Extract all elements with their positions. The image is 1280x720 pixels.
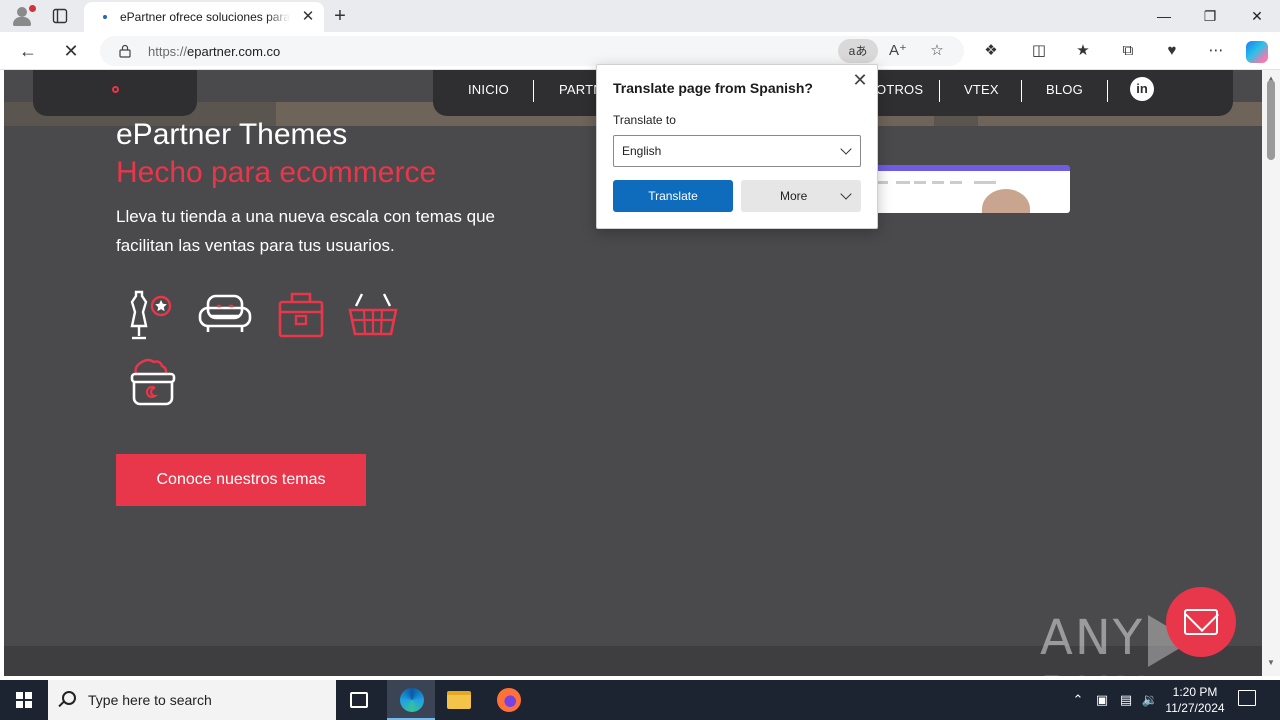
furniture-icon[interactable] (196, 286, 254, 344)
address-bar[interactable]: https://epartner.com.co aあ A⁺ ☆ (100, 36, 964, 66)
more-button[interactable]: More (741, 180, 861, 212)
bag-icon[interactable] (272, 286, 330, 344)
profile-icon[interactable] (8, 4, 36, 28)
translate-icon[interactable]: aあ (838, 39, 878, 63)
lock-icon[interactable] (119, 44, 131, 58)
network-icon[interactable]: ▤ (1116, 690, 1136, 710)
loading-favicon-icon (103, 15, 107, 19)
translate-to-label: Translate to (613, 113, 676, 127)
edge-icon (400, 688, 424, 712)
translate-button[interactable]: Translate (613, 180, 733, 212)
favorites-icon[interactable]: ★ (1071, 40, 1095, 62)
watermark-left: ANY (1040, 610, 1145, 666)
folder-icon (447, 691, 471, 709)
start-button[interactable] (0, 680, 48, 720)
cosmetics-icon[interactable] (124, 354, 182, 412)
show-hidden-icons-icon[interactable]: ⌃ (1068, 690, 1088, 710)
tab-bar: ePartner ofrece soluciones para la venta… (0, 0, 1280, 32)
minimize-button[interactable]: — (1141, 4, 1187, 28)
taskbar-file-explorer[interactable] (435, 680, 483, 720)
translate-popup-title: Translate page from Spanish? (613, 80, 813, 96)
theme-preview-image (874, 165, 1070, 213)
contact-mail-button[interactable] (1166, 587, 1236, 657)
site-logo[interactable] (33, 70, 197, 116)
taskbar-edge[interactable] (387, 680, 435, 720)
page-scrollbar[interactable]: ▲ ▼ (1262, 70, 1280, 676)
linkedin-icon[interactable]: in (1130, 77, 1154, 101)
nav-separator (939, 80, 940, 102)
search-icon (62, 691, 76, 705)
nav-item-inicio[interactable]: INICIO (468, 82, 509, 97)
nav-separator (1021, 80, 1022, 102)
clock-date: 11/27/2024 (1165, 701, 1225, 715)
more-button-label: More (780, 189, 808, 203)
hero-subtitle: Hecho para ecommerce (116, 156, 437, 189)
basket-icon[interactable] (344, 286, 402, 344)
scroll-down-icon[interactable]: ▼ (1266, 658, 1276, 667)
stop-loading-button[interactable]: ✕ (57, 38, 85, 64)
notifications-icon[interactable] (1238, 690, 1256, 706)
close-window-button[interactable]: ✕ (1234, 4, 1280, 28)
close-icon[interactable]: ✕ (851, 71, 869, 89)
language-select[interactable]: English (613, 135, 861, 167)
taskbar-search[interactable]: Type here to search (48, 680, 336, 720)
url-host: epartner.com.co (187, 44, 281, 59)
mail-icon (1184, 609, 1218, 635)
taskbar: Type here to search ⌃ ▣ ▤ 🔉 1:20 PM 11/2… (0, 680, 1280, 720)
taskbar-clock[interactable]: 1:20 PM 11/27/2024 (1160, 684, 1230, 716)
extensions-icon[interactable]: ❖ (979, 40, 1003, 62)
volume-icon[interactable]: 🔉 (1140, 690, 1160, 710)
hero-lead: Lleva tu tienda a una nueva escala con t… (116, 207, 495, 255)
selected-language: English (622, 144, 662, 158)
browser-essentials-icon[interactable]: ♥ (1160, 40, 1184, 62)
favorite-star-icon[interactable]: ☆ (926, 41, 948, 61)
nav-separator (533, 80, 534, 102)
url-text[interactable]: https://epartner.com.co (148, 44, 280, 59)
clock-time: 1:20 PM (1172, 685, 1218, 699)
chevron-down-icon (840, 143, 852, 155)
firefox-icon (497, 688, 521, 712)
themes-cta-button[interactable]: Conoce nuestros temas (116, 454, 366, 506)
nav-item-otros[interactable]: OTROS (876, 82, 923, 97)
scroll-thumb[interactable] (1267, 80, 1275, 160)
taskbar-firefox[interactable] (484, 680, 532, 720)
translate-popup: Translate page from Spanish? ✕ Translate… (596, 64, 878, 229)
search-placeholder: Type here to search (88, 692, 212, 708)
nav-item-vtex[interactable]: VTEX (964, 82, 999, 97)
task-view-icon[interactable] (350, 692, 368, 708)
restore-button[interactable]: ❐ (1187, 4, 1233, 28)
chevron-down-icon (840, 188, 852, 200)
tab-epartner[interactable]: ePartner ofrece soluciones para la venta… (84, 2, 324, 32)
back-button[interactable]: ← (14, 38, 42, 64)
read-aloud-icon[interactable]: A⁺ (887, 41, 909, 61)
fashion-icon[interactable] (120, 286, 178, 344)
windows-icon (16, 692, 32, 708)
url-protocol: https:// (148, 44, 188, 59)
split-screen-icon[interactable]: ◫ (1027, 40, 1051, 62)
hero-title: ePartner Themes (116, 118, 348, 151)
copilot-icon[interactable] (1246, 41, 1268, 63)
new-tab-button[interactable]: + (330, 6, 350, 26)
more-options-icon[interactable]: ⋯ (1204, 40, 1228, 62)
nav-item-blog[interactable]: BLOG (1046, 82, 1083, 97)
meet-now-icon[interactable]: ▣ (1092, 690, 1112, 710)
collections-icon[interactable]: ⧉ (1116, 40, 1140, 62)
watermark-right: RUN (1040, 667, 1150, 676)
tab-title: ePartner ofrece soluciones para la venta (120, 10, 290, 24)
tab-actions-icon[interactable] (52, 8, 68, 24)
nav-separator (1107, 80, 1108, 102)
tab-close-icon[interactable]: ✕ (300, 9, 316, 25)
